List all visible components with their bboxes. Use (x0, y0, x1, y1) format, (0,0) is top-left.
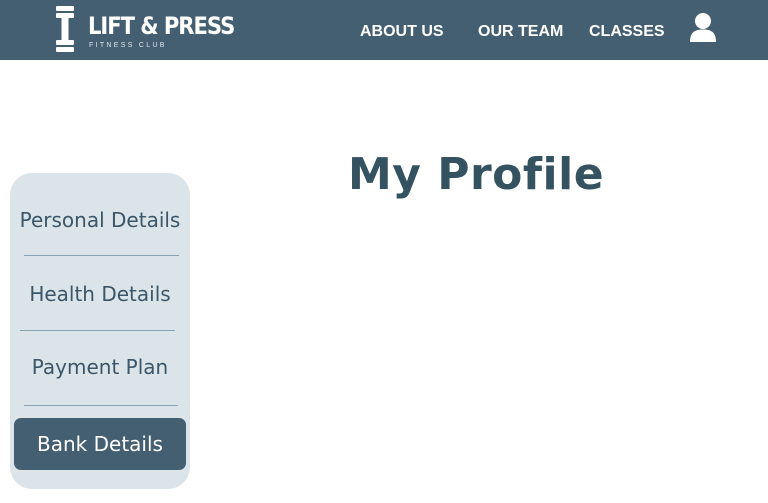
brand-tagline: FITNESS CLUB (89, 42, 167, 49)
barbell-icon (56, 6, 74, 52)
top-navigation-bar: LIFT & PRESS FITNESS CLUB ABOUT US OUR T… (0, 0, 768, 60)
nav-link-classes[interactable]: CLASSES (589, 22, 665, 42)
nav-link-about-us[interactable]: ABOUT US (360, 22, 444, 42)
page-title: My Profile (347, 149, 605, 201)
sidebar-item-bank-details[interactable]: Bank Details (14, 418, 186, 470)
brand-name: LIFT & PRESS (88, 12, 235, 40)
profile-sidebar: Personal Details Health Details Payment … (10, 173, 190, 489)
sidebar-divider (20, 330, 175, 331)
sidebar-item-health-details[interactable]: Health Details (10, 280, 190, 308)
sidebar-divider (24, 405, 178, 406)
sidebar-item-personal-details[interactable]: Personal Details (10, 206, 190, 234)
sidebar-divider (24, 255, 179, 256)
user-icon[interactable] (689, 12, 717, 43)
nav-link-our-team[interactable]: OUR TEAM (478, 22, 563, 42)
sidebar-item-payment-plan[interactable]: Payment Plan (10, 353, 190, 381)
brand-logo[interactable]: LIFT & PRESS FITNESS CLUB (53, 5, 235, 55)
